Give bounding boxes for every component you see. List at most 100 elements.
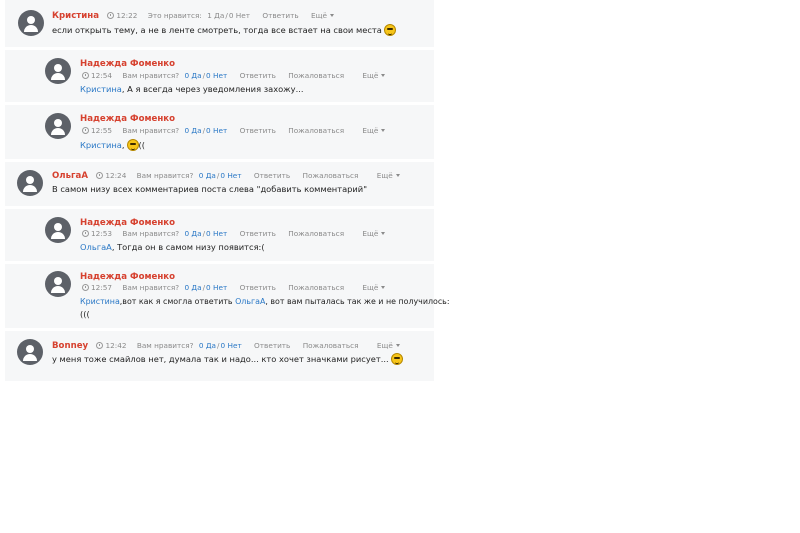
more-button[interactable]: Ещё [362, 126, 386, 135]
user-icon [27, 16, 35, 24]
reply-button[interactable]: Ответить [240, 283, 276, 292]
report-button[interactable]: Пожаловаться [288, 71, 344, 80]
reply-button[interactable]: Ответить [240, 71, 276, 80]
vote-yes[interactable]: 0 Да [184, 71, 201, 80]
comment-meta: Bonney 12:42 Вам нравится? 0 Да/0 Нет От… [52, 340, 400, 352]
vote-yes[interactable]: 0 Да [184, 283, 201, 292]
user-icon [26, 345, 34, 353]
chevron-down-icon [381, 232, 386, 235]
vote-yes[interactable]: 0 Да [199, 341, 216, 350]
reply-button[interactable]: Ответить [240, 126, 276, 135]
comment: Кристина 12:22 Это нравится: 1 Да/0 Нет … [5, 0, 434, 50]
vote-no[interactable]: 0 Нет [206, 229, 227, 238]
comment-meta: 12:54 Вам нравится? 0 Да/0 Нет Ответить … [82, 70, 386, 82]
comment-time[interactable]: 12:54 [82, 71, 112, 80]
report-button[interactable]: Пожаловаться [288, 126, 344, 135]
chevron-down-icon [330, 14, 334, 17]
vote-yes[interactable]: 0 Да [199, 171, 216, 180]
vote-yes[interactable]: 0 Да [184, 229, 201, 238]
comment: Bonney 12:42 Вам нравится? 0 Да/0 Нет От… [5, 331, 434, 381]
comment-author[interactable]: Надежда Фоменко [80, 59, 175, 69]
avatar[interactable] [45, 217, 71, 243]
vote-no[interactable]: 0 Нет [229, 11, 250, 20]
mention-link[interactable]: ОльгаА [80, 242, 112, 252]
clock-icon [96, 342, 104, 349]
comment-author[interactable]: Надежда Фоменко [80, 218, 175, 228]
avatar[interactable] [17, 339, 43, 365]
chevron-down-icon [395, 174, 400, 177]
clock-icon [82, 127, 89, 134]
vote-no[interactable]: 0 Нет [206, 126, 227, 135]
comment-text: если открыть тему, а не в ленте смотреть… [52, 24, 396, 37]
comment: ОльгаА 12:24 Вам нравится? 0 Да/0 Нет От… [5, 162, 434, 209]
comment-author[interactable]: Надежда Фоменко [80, 272, 175, 282]
comment-meta: ОльгаА 12:24 Вам нравится? 0 Да/0 Нет От… [52, 170, 400, 182]
like-question: Вам нравится? [122, 126, 180, 135]
avatar[interactable] [45, 58, 71, 84]
mention-link[interactable]: Кристина [80, 84, 122, 94]
reply-button[interactable]: Ответить [254, 341, 290, 350]
vote-no[interactable]: 0 Нет [206, 71, 227, 80]
report-button[interactable]: Пожаловаться [288, 229, 344, 238]
comment-time[interactable]: 12:42 [96, 341, 126, 350]
comment-author[interactable]: Кристина [52, 11, 99, 21]
clock-icon [96, 172, 104, 179]
mention-link[interactable]: Кристина [80, 140, 122, 150]
like-question: Вам нравится? [122, 283, 180, 292]
comment-meta: 12:55 Вам нравится? 0 Да/0 Нет Ответить … [82, 125, 386, 137]
like-question: Вам нравится? [122, 229, 180, 238]
comment-reply: Надежда Фоменко 12:57 Вам нравится? 0 Да… [5, 264, 449, 331]
comment-time[interactable]: 12:53 [82, 229, 112, 238]
reply-button[interactable]: Ответить [240, 229, 276, 238]
avatar[interactable] [45, 271, 71, 297]
mention-link[interactable]: ОльгаА [235, 297, 265, 306]
comment-text: Кристина,вот как я смогла ответить Ольга… [80, 297, 450, 306]
comment-text-continued: ((( [80, 309, 90, 319]
mention-link[interactable]: Кристина [80, 297, 120, 306]
vote-no[interactable]: 0 Нет [221, 341, 242, 350]
user-icon [54, 277, 62, 285]
like-question: Вам нравится? [122, 71, 180, 80]
comment-time[interactable]: 12:22 [107, 11, 137, 20]
comment-text: В самом низу всех комментариев поста сле… [52, 184, 368, 194]
more-button[interactable]: Ещё [362, 229, 386, 238]
like-question: Это нравится: [147, 11, 202, 20]
comment-author[interactable]: Надежда Фоменко [80, 114, 175, 124]
report-button[interactable]: Пожаловаться [288, 283, 344, 292]
avatar[interactable] [18, 10, 44, 36]
user-icon [26, 176, 34, 184]
comment-meta: Надежда Фоменко [80, 113, 181, 125]
like-question: Вам нравится? [136, 341, 194, 350]
comment-thread: Кристина 12:22 Это нравится: 1 Да/0 Нет … [5, 0, 449, 381]
vote-yes[interactable]: 1 Да [207, 11, 224, 20]
more-button[interactable]: Ещё [362, 71, 386, 80]
vote-no[interactable]: 0 Нет [206, 283, 227, 292]
vote-yes[interactable]: 0 Да [184, 126, 201, 135]
reply-button[interactable]: Ответить [262, 11, 298, 20]
chevron-down-icon [381, 286, 386, 289]
comment-reply: Надежда Фоменко 12:55 Вам нравится? 0 Да… [5, 105, 434, 162]
comment-reply: Надежда Фоменко 12:54 Вам нравится? 0 Да… [5, 50, 434, 105]
clock-icon [82, 72, 89, 79]
avatar[interactable] [17, 170, 43, 196]
clock-icon [82, 284, 89, 291]
more-button[interactable]: Ещё [377, 341, 400, 350]
comment-time[interactable]: 12:55 [82, 126, 112, 135]
report-button[interactable]: Пожаловаться [303, 341, 359, 350]
comment-time[interactable]: 12:24 [96, 171, 126, 180]
reply-button[interactable]: Ответить [254, 171, 290, 180]
avatar[interactable] [45, 113, 71, 139]
comment-author[interactable]: ОльгаА [52, 171, 88, 181]
chevron-down-icon [381, 129, 386, 132]
report-button[interactable]: Пожаловаться [303, 171, 359, 180]
vote-no[interactable]: 0 Нет [220, 171, 241, 180]
more-button[interactable]: Ещё [311, 11, 334, 20]
comment-author[interactable]: Bonney [52, 341, 88, 351]
comment-time[interactable]: 12:57 [82, 283, 112, 292]
clock-icon [107, 12, 115, 19]
comment-text: Кристина,(( [80, 139, 145, 151]
more-button[interactable]: Ещё [362, 283, 386, 292]
more-button[interactable]: Ещё [377, 171, 400, 180]
user-icon [54, 223, 62, 231]
clock-icon [82, 230, 89, 237]
